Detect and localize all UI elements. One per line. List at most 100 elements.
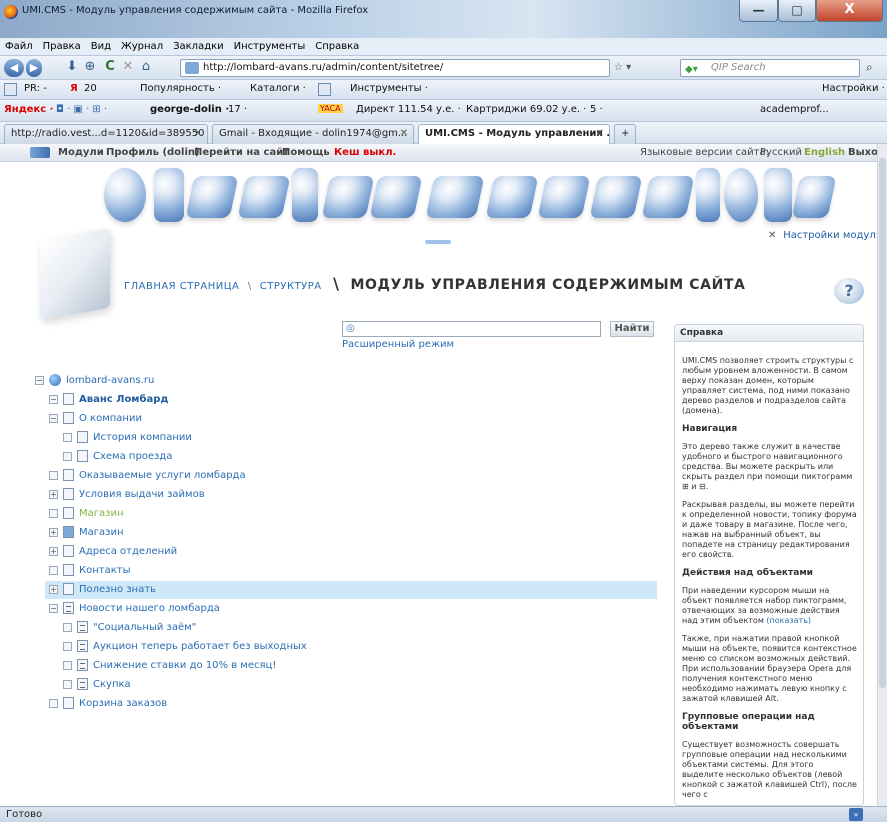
tree-node[interactable]: Оказываемые услуги ломбарда	[49, 467, 246, 485]
help-link[interactable]: Помощь	[282, 147, 330, 158]
tree-node[interactable]: − О компании	[49, 410, 142, 428]
new-tab-button[interactable]: +	[614, 124, 636, 144]
tree-label[interactable]: Магазин	[79, 527, 124, 538]
data-module-icon[interactable]	[641, 176, 695, 218]
search-icon[interactable]: ⌕	[866, 60, 873, 75]
tree-node[interactable]: − Аванс Ломбард	[49, 391, 168, 409]
close-tab-icon[interactable]: ✕	[194, 125, 202, 143]
yandex-icon[interactable]: Я	[70, 83, 78, 94]
menu-bookmarks[interactable]: Закладки	[168, 38, 229, 55]
tree-label[interactable]: Новости нашего ломбарда	[79, 603, 220, 614]
files-module-icon[interactable]	[791, 176, 837, 218]
menu-edit[interactable]: Правка	[38, 38, 86, 55]
help-bubble-icon[interactable]: ?	[834, 278, 864, 304]
pagerank-indicator[interactable]: PR: -	[24, 83, 47, 94]
crumb-structure[interactable]: СТРУКТУРА	[260, 281, 322, 292]
menu-history[interactable]: Журнал	[116, 38, 168, 55]
tree-label[interactable]: Скупка	[93, 679, 131, 690]
home-icon[interactable]: ⌂	[138, 59, 154, 75]
tree-node[interactable]: Контакты	[49, 562, 130, 580]
stop-icon[interactable]: ✕	[120, 59, 136, 75]
goto-site-link[interactable]: Перейти на сайт	[194, 147, 289, 158]
bookmark-add-icon[interactable]: ⊕	[82, 59, 98, 75]
news-module-icon[interactable]	[154, 168, 184, 222]
popularity-menu[interactable]: Популярность ·	[140, 83, 221, 94]
tree-label[interactable]: Контакты	[79, 565, 130, 576]
tree-label[interactable]: "Социальный заём"	[93, 622, 196, 633]
tree-label[interactable]: Схема проезда	[93, 451, 172, 462]
expand-icon[interactable]: +	[49, 546, 58, 556]
yaca-badge[interactable]: YACA	[318, 104, 343, 113]
status-addon-icon[interactable]: »	[849, 808, 863, 821]
scrollbar-thumb[interactable]	[879, 158, 886, 688]
faq-module-icon[interactable]	[425, 176, 485, 218]
tree-label[interactable]: Аванс Ломбард	[79, 394, 168, 405]
close-tab-icon[interactable]: ✕	[400, 125, 408, 143]
tree-label[interactable]: Условия выдачи займов	[79, 489, 205, 500]
find-button[interactable]: Найти	[610, 321, 654, 337]
tree-label[interactable]: Снижение ставки до 10% в месяц!	[93, 660, 276, 671]
tree-node[interactable]: "Социальный заём"	[63, 619, 196, 637]
menu-view[interactable]: Вид	[86, 38, 116, 55]
banner-module-icon[interactable]	[537, 176, 591, 218]
menu-help[interactable]: Справка	[310, 38, 364, 55]
academprof-link[interactable]: academprof...	[760, 104, 829, 115]
tree-node[interactable]: Корзина заказов	[49, 695, 167, 713]
tree-label[interactable]: Аукцион теперь работает без выходных	[93, 641, 307, 652]
tree-node[interactable]: Аукцион теперь работает без выходных	[63, 638, 307, 656]
bar-icons[interactable]: ◘ · ▣ · ⊞ ·	[56, 104, 107, 115]
trash-module-icon[interactable]	[764, 168, 792, 222]
lang-en-link[interactable]: English	[804, 147, 845, 158]
show-link[interactable]: (показать)	[766, 616, 811, 625]
forward-button[interactable]: ▶	[26, 59, 42, 77]
toolbar-toggle-icon[interactable]	[4, 83, 17, 96]
catalogs-menu[interactable]: Каталоги ·	[250, 83, 306, 94]
mail-counter[interactable]: 17 ·	[228, 104, 247, 115]
tree-search-input[interactable]: ◎	[342, 321, 601, 337]
back-button[interactable]: ◀	[4, 59, 24, 77]
catalog-module-icon[interactable]	[369, 176, 423, 218]
profile-link[interactable]: Профиль (dolin)	[106, 147, 200, 158]
direct-balance[interactable]: Директ 111.54 у.е. ·	[356, 104, 461, 115]
orders-module-icon[interactable]	[589, 176, 643, 218]
collapse-icon[interactable]: −	[49, 394, 58, 404]
stats-module-icon[interactable]	[321, 176, 375, 218]
tree-label[interactable]: История компании	[93, 432, 192, 443]
close-button[interactable]: X	[816, 0, 883, 22]
microphone-module-icon[interactable]	[292, 168, 318, 222]
tree-node[interactable]: + Магазин	[49, 524, 124, 542]
email-module-icon[interactable]	[237, 176, 291, 218]
forum-module-icon[interactable]	[185, 176, 239, 218]
close-tab-icon[interactable]: ✕	[596, 125, 604, 143]
expand-icon[interactable]: +	[49, 584, 58, 594]
tree-label[interactable]: Оказываемые услуги ломбарда	[79, 470, 246, 481]
tree-label[interactable]: Корзина заказов	[79, 698, 167, 709]
minimize-button[interactable]: —	[739, 0, 778, 22]
exit-link[interactable]: Выход	[848, 147, 877, 158]
config-module-icon[interactable]	[724, 168, 758, 222]
tree-label[interactable]: Полезно знать	[79, 584, 156, 595]
vertical-scrollbar[interactable]	[877, 144, 887, 806]
grid-icon[interactable]	[318, 83, 331, 96]
settings-menu[interactable]: Настройки ·	[822, 83, 885, 94]
tree-node[interactable]: + Условия выдачи займов	[49, 486, 205, 504]
cartridges-balance[interactable]: Картриджи 69.02 у.е. ·	[466, 104, 586, 115]
tree-label[interactable]: О компании	[79, 413, 142, 424]
tree-label[interactable]: lombard-avans.ru	[66, 375, 154, 386]
crumb-home[interactable]: ГЛАВНАЯ СТРАНИЦА	[124, 281, 239, 292]
tree-label[interactable]: Адреса отделений	[79, 546, 177, 557]
tree-node[interactable]: + Адреса отделений	[49, 543, 177, 561]
tab-gmail[interactable]: Gmail - Входящие - dolin1974@gm... ✕	[212, 124, 414, 144]
counter-five[interactable]: 5 ·	[590, 104, 603, 115]
star-icon[interactable]: ☆ ▾	[614, 62, 631, 73]
tree-node[interactable]: − lombard-avans.ru	[35, 372, 154, 390]
download-icon[interactable]: ⬇	[64, 59, 80, 75]
menu-tools[interactable]: Инструменты	[229, 38, 311, 55]
cache-toggle[interactable]: Кеш выкл.	[334, 147, 396, 158]
tree-node[interactable]: Скупка	[63, 676, 131, 694]
address-bar[interactable]: http://lombard-avans.ru/admin/content/si…	[180, 59, 610, 77]
maximize-button[interactable]: □	[778, 0, 816, 22]
lang-ru-link[interactable]: Русский	[760, 147, 802, 158]
collapse-icon[interactable]: −	[35, 375, 44, 385]
tab-radio[interactable]: http://radio.vest...d=1120&id=389550 ✕	[4, 124, 208, 144]
